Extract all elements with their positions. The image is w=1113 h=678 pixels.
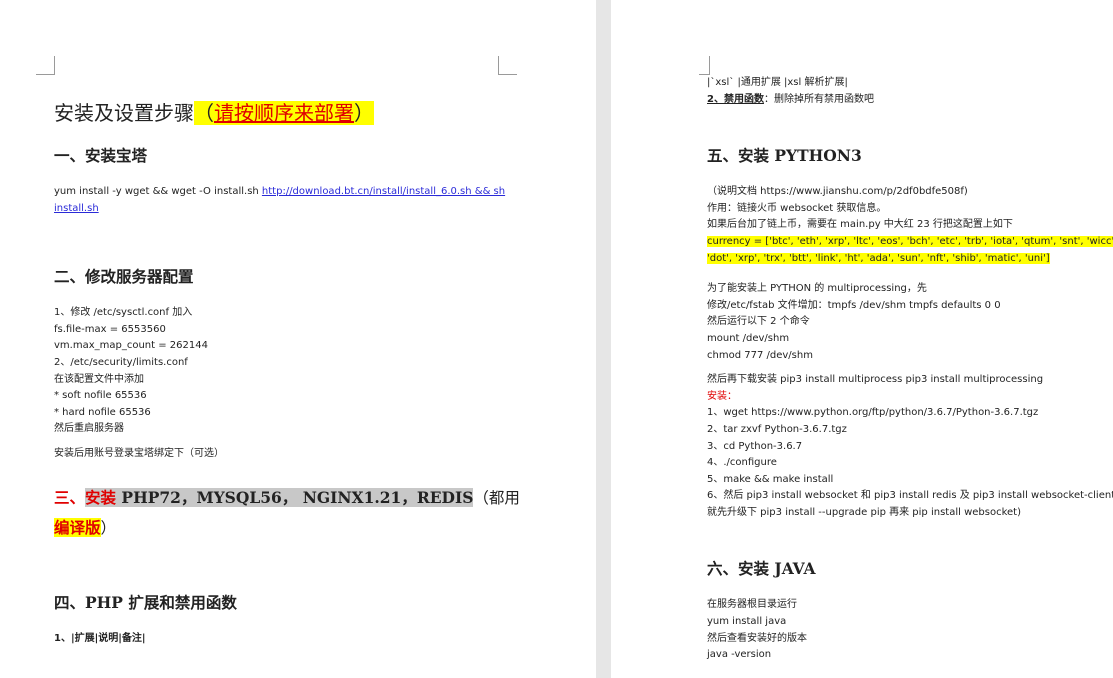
s2-line-7[interactable]: * hard nofile 65536 (54, 405, 524, 422)
s2-line-8[interactable]: 然后重启服务器 (54, 421, 524, 438)
s3-paren-close: ） (100, 518, 117, 537)
disable-functions-label: 2、禁用函数 (707, 93, 764, 105)
s3-prefix: 三、 (54, 487, 86, 507)
s2-line-1[interactable]: 1、修改 /etc/sysctl.conf 加入 (54, 305, 524, 322)
disable-functions-desc: ：删除掉所有禁用函数吧 (763, 93, 874, 105)
s2-line-6[interactable]: * soft nofile 65536 (54, 388, 524, 405)
s6-line-4[interactable]: java -version (707, 647, 1113, 664)
s3-software-list: PHP72，MYSQL56， NGINX1.21，REDIS (116, 487, 474, 507)
section-1-command[interactable]: yum install -y wget && wget -O install.s… (54, 184, 524, 217)
s5-mp-2[interactable]: 修改/etc/fstab 文件增加：tmpfs /dev/shm tmpfs d… (707, 298, 1113, 315)
s5-pip[interactable]: 然后再下载安装 pip3 install multiprocess pip3 i… (707, 372, 1113, 389)
s5-step-2[interactable]: 2、tar zxvf Python-3.6.7.tgz (707, 422, 1113, 439)
s6-line-3[interactable]: 然后查看安装好的版本 (707, 631, 1113, 648)
title-red-text: 请按顺序来部署 (214, 101, 354, 125)
page-left-content: 安装及设置步骤（请按顺序来部署） 一、安装宝塔 yum install -y w… (54, 96, 524, 647)
section-2-heading[interactable]: 二、修改服务器配置 (54, 265, 524, 287)
xsl-row[interactable]: |`xsl` |通用扩展 |xsl 解析扩展| (707, 75, 1113, 92)
s6-line-1[interactable]: 在服务器根目录运行 (707, 597, 1113, 614)
document-page-left: 安装及设置步骤（请按顺序来部署） 一、安装宝塔 yum install -y w… (0, 0, 596, 678)
section-4-heading[interactable]: 四、PHP 扩展和禁用函数 (54, 591, 524, 613)
section-5-heading[interactable]: 五、安装 PYTHON3 (707, 144, 1113, 166)
s5-mp-3[interactable]: 然后运行以下 2 个命令 (707, 314, 1113, 331)
currency-list-2: 'dot', 'xrp', 'trx', 'btt', 'link', 'ht'… (707, 252, 1050, 264)
crop-mark-top-left (36, 56, 55, 75)
s5-mp-5[interactable]: chmod 777 /dev/shm (707, 348, 1113, 365)
s5-doc[interactable]: （说明文档 https://www.jianshu.com/p/2df0bdfe… (707, 184, 1113, 201)
s3-paren-open: （都用 (473, 488, 520, 507)
s5-step-1[interactable]: 1、wget https://www.python.org/ftp/python… (707, 405, 1113, 422)
s5-currency-1[interactable]: currency = ['btc', 'eth', 'xrp', 'ltc', … (707, 234, 1113, 251)
currency-list-1: currency = ['btc', 'eth', 'xrp', 'ltc', … (707, 235, 1113, 247)
s6-line-2[interactable]: yum install java (707, 614, 1113, 631)
install-command-text: yum install -y wget && wget -O install.s… (54, 186, 262, 197)
section-6-heading[interactable]: 六、安装 JAVA (707, 557, 1113, 579)
s5-step-7[interactable]: 就先升级下 pip3 install --upgrade pip 再来 pip … (707, 505, 1113, 522)
s3-compiled-version: 编译版 (54, 517, 101, 537)
s4-sub[interactable]: 1、|扩展|说明|备注| (54, 631, 524, 648)
s5-currency-2[interactable]: 'dot', 'xrp', 'trx', 'btt', 'link', 'ht'… (707, 251, 1113, 268)
s2-line-2[interactable]: fs.file-max = 6553560 (54, 322, 524, 339)
s2-note[interactable]: 安装后用账号登录宝塔绑定下（可选） (54, 446, 524, 463)
s5-install-label[interactable]: 安装： (707, 389, 1113, 406)
title-paren-close: ） (354, 101, 374, 125)
s5-mp-4[interactable]: mount /dev/shm (707, 331, 1113, 348)
crop-mark-right-top (699, 56, 710, 75)
s5-step-6[interactable]: 6、然后 pip3 install websocket 和 pip3 insta… (707, 488, 1113, 505)
title-main-text: 安装及设置步骤 (54, 101, 194, 125)
page-right-content: |`xsl` |通用扩展 |xsl 解析扩展| 2、禁用函数：删除掉所有禁用函数… (707, 75, 1113, 664)
s2-line-5[interactable]: 在该配置文件中添加 (54, 372, 524, 389)
s3-gray-highlight: 安装 PHP72，MYSQL56， NGINX1.21，REDIS (85, 487, 474, 507)
s5-step-5[interactable]: 5、make && make install (707, 472, 1113, 489)
section-1-heading[interactable]: 一、安装宝塔 (54, 144, 524, 166)
s3-install-word: 安装 (85, 487, 117, 507)
s5-mp-1[interactable]: 为了能安装上 PYTHON 的 multiprocessing，先 (707, 281, 1113, 298)
section-3-heading[interactable]: 三、安装 PHP72，MYSQL56， NGINX1.21，REDIS（都用编译… (54, 483, 524, 543)
s5-step-3[interactable]: 3、cd Python-3.6.7 (707, 439, 1113, 456)
s2-line-3[interactable]: vm.max_map_count = 262144 (54, 338, 524, 355)
disable-functions-line[interactable]: 2、禁用函数：删除掉所有禁用函数吧 (707, 92, 1113, 109)
crop-mark-top-right (498, 56, 517, 75)
document-title[interactable]: 安装及设置步骤（请按顺序来部署） (54, 96, 524, 130)
s5-if[interactable]: 如果后台加了链上币，需要在 main.py 中大红 23 行把这配置上如下 (707, 217, 1113, 234)
s5-step-4[interactable]: 4、./configure (707, 455, 1113, 472)
title-highlight: （请按顺序来部署） (194, 101, 374, 125)
document-page-right: |`xsl` |通用扩展 |xsl 解析扩展| 2、禁用函数：删除掉所有禁用函数… (611, 0, 1113, 678)
s5-use[interactable]: 作用：链接火币 websocket 获取信息。 (707, 201, 1113, 218)
s2-line-4[interactable]: 2、/etc/security/limits.conf (54, 355, 524, 372)
title-paren-open: （ (194, 101, 214, 125)
